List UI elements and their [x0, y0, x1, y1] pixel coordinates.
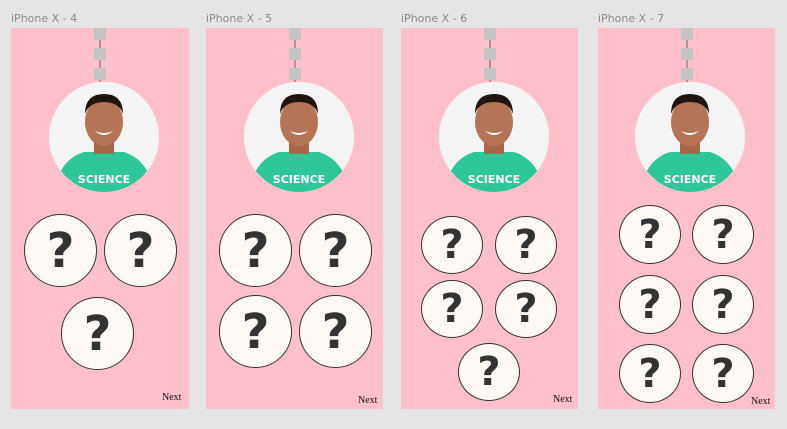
question-circle[interactable]: ?: [219, 295, 292, 368]
question-circle[interactable]: ?: [104, 214, 177, 287]
shirt-text: SCIENCE: [78, 173, 130, 186]
question-mark-icon: ?: [321, 303, 350, 360]
question-mark-icon: ?: [711, 281, 735, 328]
question-mark-icon: ?: [46, 222, 75, 279]
question-mark-icon: ?: [241, 222, 270, 279]
frame-label-iphone-x-5[interactable]: iPhone X - 5: [206, 12, 272, 25]
question-circle[interactable]: ?: [495, 280, 557, 338]
shirt-text: SCIENCE: [664, 173, 716, 186]
question-circle[interactable]: ?: [692, 344, 754, 403]
resize-handle[interactable]: [680, 28, 693, 40]
avatar: SCIENCE: [635, 82, 745, 192]
question-circle[interactable]: ?: [619, 344, 681, 403]
question-mark-icon: ?: [638, 211, 662, 258]
frame-iphone-x-4[interactable]: SCIENCE ? ? ? Next: [11, 28, 189, 409]
question-mark-icon: ?: [711, 350, 735, 397]
question-mark-icon: ?: [711, 211, 735, 258]
frame-label-iphone-x-4[interactable]: iPhone X - 4: [11, 12, 77, 25]
resize-handle[interactable]: [94, 68, 106, 80]
frame-label-iphone-x-6[interactable]: iPhone X - 6: [401, 12, 467, 25]
resize-handle[interactable]: [288, 48, 301, 60]
question-mark-icon: ?: [514, 222, 538, 268]
resize-handle[interactable]: [680, 48, 693, 60]
question-circle[interactable]: ?: [61, 297, 134, 370]
person-portrait-icon: SCIENCE: [244, 82, 354, 192]
question-mark-icon: ?: [638, 281, 662, 328]
question-circle[interactable]: ?: [299, 295, 372, 368]
question-circle[interactable]: ?: [692, 205, 754, 264]
person-portrait-icon: SCIENCE: [49, 82, 159, 192]
shirt-text: SCIENCE: [273, 173, 325, 186]
question-circle[interactable]: ?: [619, 205, 681, 264]
resize-handle[interactable]: [680, 68, 693, 80]
question-circle[interactable]: ?: [299, 214, 372, 287]
frame-iphone-x-5[interactable]: SCIENCE ? ? ? ? Next: [206, 28, 383, 409]
resize-handle[interactable]: [483, 68, 496, 80]
frame-iphone-x-6[interactable]: SCIENCE ? ? ? ? ? Next: [401, 28, 578, 409]
next-button[interactable]: Next: [553, 394, 572, 405]
shirt-text: SCIENCE: [468, 173, 520, 186]
question-mark-icon: ?: [241, 303, 270, 360]
question-mark-icon: ?: [638, 350, 662, 397]
resize-handle[interactable]: [483, 48, 496, 60]
question-mark-icon: ?: [126, 222, 155, 279]
question-mark-icon: ?: [477, 349, 501, 395]
question-mark-icon: ?: [321, 222, 350, 279]
question-circle[interactable]: ?: [619, 275, 681, 334]
resize-handle[interactable]: [288, 68, 301, 80]
question-mark-icon: ?: [83, 305, 112, 362]
avatar: SCIENCE: [49, 82, 159, 192]
question-circle[interactable]: ?: [24, 214, 97, 287]
frame-label-iphone-x-7[interactable]: iPhone X - 7: [598, 12, 664, 25]
resize-handle[interactable]: [94, 28, 106, 40]
next-button[interactable]: Next: [162, 392, 181, 403]
next-button[interactable]: Next: [751, 396, 770, 407]
question-circle[interactable]: ?: [219, 214, 292, 287]
person-portrait-icon: SCIENCE: [439, 82, 549, 192]
question-circle[interactable]: ?: [495, 216, 557, 274]
question-circle[interactable]: ?: [692, 275, 754, 334]
resize-handle[interactable]: [483, 28, 496, 40]
person-portrait-icon: SCIENCE: [635, 82, 745, 192]
next-button[interactable]: Next: [358, 395, 377, 406]
frame-iphone-x-7[interactable]: SCIENCE ? ? ? ? ? ? Next: [598, 28, 775, 409]
question-circle[interactable]: ?: [458, 343, 520, 401]
question-circle[interactable]: ?: [421, 280, 483, 338]
avatar: SCIENCE: [439, 82, 549, 192]
question-circle[interactable]: ?: [421, 216, 483, 274]
resize-handle[interactable]: [288, 28, 301, 40]
resize-handle[interactable]: [94, 48, 106, 60]
avatar: SCIENCE: [244, 82, 354, 192]
question-mark-icon: ?: [440, 222, 464, 268]
question-mark-icon: ?: [514, 286, 538, 332]
question-mark-icon: ?: [440, 286, 464, 332]
